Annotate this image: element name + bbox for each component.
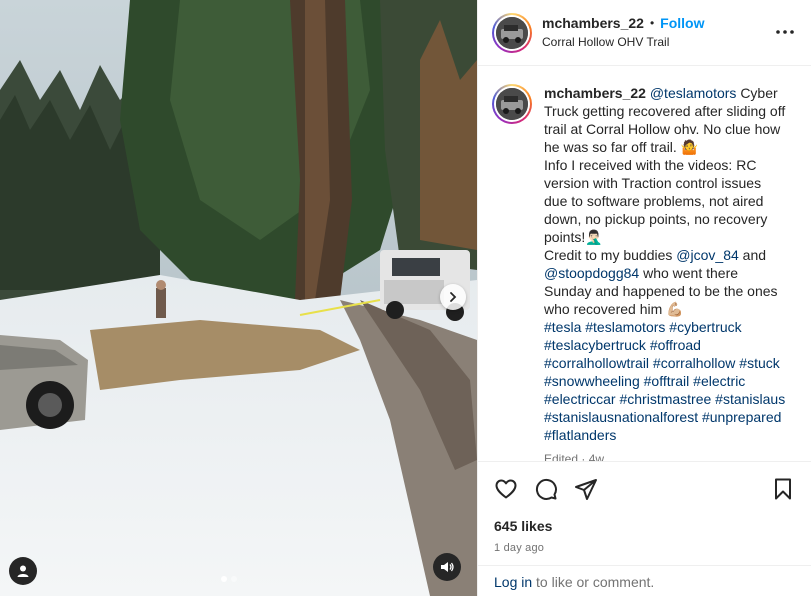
comment-icon[interactable] [534, 477, 558, 501]
login-prompt: Log in to like or comment. [478, 565, 811, 596]
mute-toggle-button[interactable] [433, 553, 461, 581]
login-prompt-text: to like or comment. [536, 574, 655, 590]
avatar[interactable] [492, 12, 532, 53]
mention-link[interactable]: @jcov_84 [676, 247, 738, 263]
caption-line: Info I received with the videos: RC vers… [544, 157, 768, 245]
mention-link[interactable]: @teslamotors [650, 85, 737, 101]
chevron-right-icon [450, 292, 457, 302]
caption-text: mchambers_22 @teslamotors Cyber Truck ge… [544, 84, 788, 461]
caption-line: and [742, 247, 767, 263]
avatar-image [496, 88, 528, 120]
likes-count[interactable]: 645 likes [494, 518, 795, 534]
follow-button[interactable]: Follow [660, 15, 704, 33]
caption-username-link[interactable]: mchambers_22 [544, 85, 646, 101]
post-actions: 645 likes 1 day ago [478, 461, 811, 554]
next-slide-button[interactable] [440, 284, 466, 310]
post-sidebar: mchambers_22 • Follow Corral Hollow OHV … [477, 0, 811, 596]
post-media[interactable] [0, 0, 477, 596]
hashtags[interactable]: #tesla #teslamotors #cybertruck #teslacy… [544, 318, 788, 444]
edited-label: Edited · 4w [544, 452, 605, 461]
caption-line: Credit to my buddies [544, 247, 673, 263]
carousel-indicator [221, 576, 237, 582]
mention-link[interactable]: @stoopdogg84 [544, 265, 639, 281]
username-link[interactable]: mchambers_22 [542, 15, 644, 33]
post-header: mchambers_22 • Follow Corral Hollow OHV … [478, 0, 811, 66]
tagged-users-button[interactable] [9, 557, 37, 585]
caption-section: mchambers_22 @teslamotors Cyber Truck ge… [478, 66, 811, 461]
post-date[interactable]: 1 day ago [494, 542, 795, 554]
share-icon[interactable] [574, 477, 598, 501]
post-photo [0, 0, 477, 596]
caption-avatar[interactable] [492, 84, 532, 124]
user-tag-icon [17, 565, 29, 577]
location-link[interactable]: Corral Hollow OHV Trail [542, 35, 704, 50]
more-options-button[interactable] [775, 22, 795, 42]
separator-dot: • [649, 16, 655, 30]
avatar-image [496, 16, 528, 49]
carousel-dot [231, 576, 237, 582]
bookmark-icon[interactable] [771, 477, 795, 501]
heart-icon[interactable] [494, 477, 518, 501]
login-link[interactable]: Log in [494, 574, 532, 590]
carousel-dot-active [221, 576, 227, 582]
volume-icon [441, 562, 454, 572]
more-icon [776, 30, 794, 34]
